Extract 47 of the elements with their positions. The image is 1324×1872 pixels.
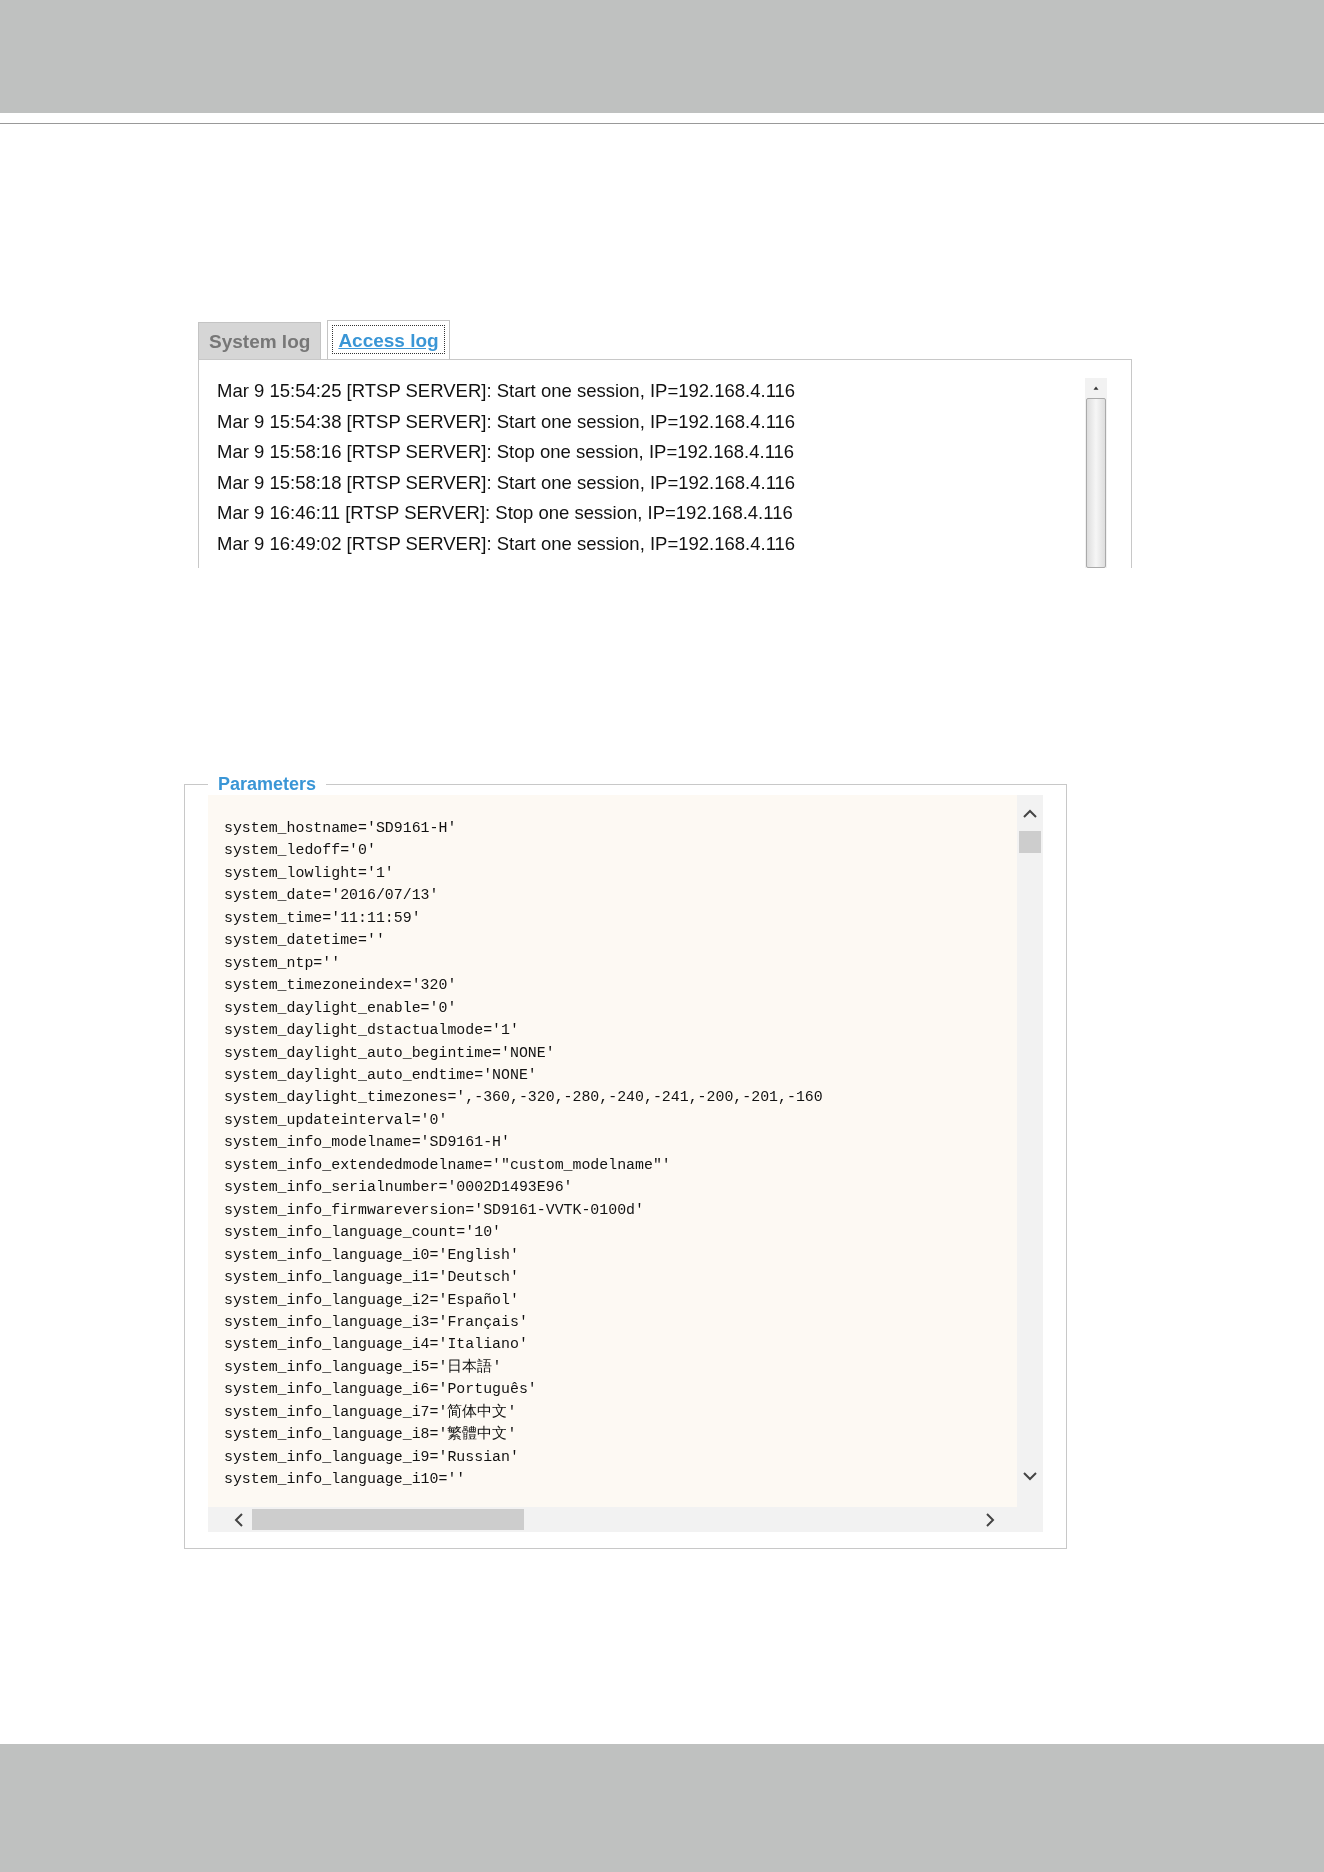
parameter-line: system_info_language_i8='繁體中文' — [224, 1424, 518, 1445]
scroll-up-icon[interactable] — [1022, 809, 1038, 819]
log-entry: Mar 9 15:54:25 [RTSP SERVER]: Start one session, IP=192.168.4.116 — [217, 380, 797, 403]
panel-title: Parameters — [217, 774, 318, 795]
scrollbar-thumb[interactable] — [1019, 831, 1041, 853]
parameter-line: system_info_language_i1='Deutsch' — [224, 1268, 520, 1288]
parameter-line: system_daylight_auto_begintime='NONE' — [224, 1043, 556, 1063]
scroll-left-icon[interactable] — [234, 1511, 244, 1528]
parameter-line: system_time='11:11:59' — [224, 908, 422, 928]
parameter-line: system_updateinterval='0' — [224, 1110, 449, 1130]
log-entry: Mar 9 15:58:18 [RTSP SERVER]: Start one session, IP=192.168.4.116 — [217, 471, 797, 495]
parameter-line: system_daylight_timezones=',-360,-320,-280,-240,-241,-200,-201,-160 — [224, 1088, 824, 1108]
parameter-line: system_info_language_i4='Italiano' — [224, 1335, 529, 1355]
parameter-line: system_info_language_i5='日本語' — [224, 1357, 503, 1377]
parameter-line: system_info_extendedmodelname='"custom_modelname"' — [224, 1155, 672, 1175]
parameter-line: system_info_modelname='SD9161-H' — [224, 1133, 511, 1153]
parameter-line: system_hostname='SD9161-H' — [224, 819, 458, 838]
parameter-line: system_daylight_enable='0' — [224, 998, 458, 1018]
parameter-line: system_info_serialnumber='0002D1493E96' — [224, 1178, 574, 1198]
scroll-right-icon[interactable] — [985, 1511, 995, 1528]
vertical-scrollbar[interactable] — [1085, 378, 1107, 568]
scroll-up-icon[interactable] — [1091, 384, 1101, 393]
scrollbar-thumb[interactable] — [252, 1509, 524, 1530]
parameter-line: system_info_language_i0='English' — [224, 1245, 520, 1265]
log-tab[interactable]: Access log — [327, 320, 450, 359]
parameter-line: system_datetime='' — [224, 931, 386, 951]
scroll-down-icon[interactable] — [1022, 1471, 1038, 1481]
parameter-line: system_info_language_i7='简体中文' — [224, 1402, 518, 1422]
log-entry: Mar 9 16:49:02 [RTSP SERVER]: Start one session, IP=192.168.4.116 — [217, 532, 797, 556]
parameter-line: system_ledoff='0' — [224, 841, 377, 861]
parameter-line: system_date='2016/07/13' — [224, 886, 440, 906]
parameter-line: system_info_language_i6='Português' — [224, 1380, 538, 1400]
log-entry: Mar 9 15:58:16 [RTSP SERVER]: Stop one session, IP=192.168.4.116 — [217, 441, 796, 465]
parameter-line: system_info_language_i2='Español' — [224, 1290, 520, 1310]
parameter-line: system_info_language_i10='' — [224, 1470, 467, 1490]
log-tab[interactable]: System log — [198, 322, 322, 359]
parameter-line: system_info_language_i3='Français' — [224, 1312, 529, 1332]
log-entry: Mar 9 16:46:11 [RTSP SERVER]: Stop one session, IP=192.168.4.116 — [217, 502, 794, 526]
parameter-line: system_info_language_count='10' — [224, 1223, 502, 1243]
parameter-line: system_info_language_i9='Russian' — [224, 1447, 520, 1467]
parameter-line: system_daylight_dstactualmode='1' — [224, 1021, 520, 1041]
parameter-line: system_ntp='' — [224, 953, 342, 973]
log-entry: Mar 9 15:54:38 [RTSP SERVER]: Start one session, IP=192.168.4.116 — [217, 410, 797, 434]
parameter-line: system_lowlight='1' — [224, 863, 395, 883]
parameter-line: system_timezoneindex='320' — [224, 976, 458, 996]
parameter-line: system_info_firmwareversion='SD9161-VVTK-0100d' — [224, 1200, 645, 1220]
parameter-line: system_daylight_auto_endtime='NONE' — [224, 1066, 538, 1085]
